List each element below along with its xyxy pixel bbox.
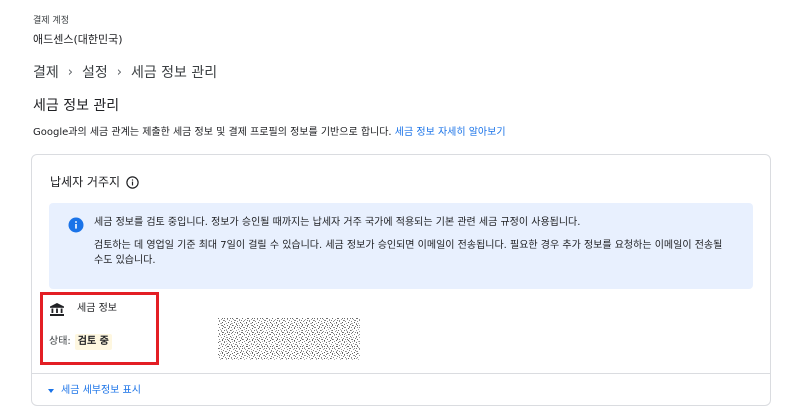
residence-title: 납세자 거주지	[50, 175, 121, 189]
tax-info-label: 세금 정보	[77, 303, 117, 314]
chevron-right-icon: ›	[67, 65, 73, 80]
review-notice: 세금 정보를 검토 중입니다. 정보가 승인될 때까지는 납세자 거주 국가에 …	[49, 203, 753, 289]
redacted-area	[218, 318, 360, 360]
billing-account: 결제 계정 애드센스(대한민국)	[33, 15, 123, 48]
info-filled-icon	[68, 217, 84, 233]
card-divider	[32, 373, 770, 374]
breadcrumb-settings[interactable]: 설정	[82, 63, 108, 83]
breadcrumb-billing[interactable]: 결제	[33, 63, 59, 83]
bank-icon	[50, 302, 64, 316]
notice-line-2: 검토하는 데 영업일 기준 최대 7일이 걸릴 수 있습니다. 세금 정보가 승…	[94, 240, 723, 266]
learn-more-link[interactable]: 세금 정보 자세히 알아보기	[395, 127, 506, 138]
show-tax-details-label: 세금 세부정보 표시	[61, 385, 141, 396]
caret-down-icon	[48, 389, 54, 393]
billing-account-label: 결제 계정	[33, 16, 69, 26]
tax-status: 상태: 검토 중	[49, 334, 112, 350]
status-badge: 검토 중	[74, 334, 112, 350]
show-tax-details-toggle[interactable]: 세금 세부정보 표시	[48, 384, 141, 398]
breadcrumb-current: 세금 정보 관리	[130, 65, 218, 81]
billing-account-name: 애드센스(대한민국)	[33, 33, 123, 46]
status-label: 상태:	[49, 336, 71, 347]
tax-residence-card: 납세자 거주지 세금 정보를 검토 중입니다. 정보가 승인될 때까지는 납세자…	[31, 154, 771, 406]
notice-line-1: 세금 정보를 검토 중입니다. 정보가 승인될 때까지는 납세자 거주 국가에 …	[94, 217, 581, 228]
residence-heading: 납세자 거주지	[50, 173, 139, 191]
page-title: 세금 정보 관리	[33, 98, 120, 114]
chevron-right-icon: ›	[116, 65, 122, 80]
info-outline-icon[interactable]	[126, 175, 139, 189]
notice-text: 세금 정보를 검토 중입니다. 정보가 승인될 때까지는 납세자 거주 국가에 …	[94, 215, 734, 268]
page-description: Google과의 세금 관계는 제출한 세금 정보 및 결제 프로필의 정보를 …	[33, 126, 506, 140]
breadcrumb: 결제 › 설정 › 세금 정보 관리	[33, 63, 217, 83]
tax-info-row: 세금 정보	[50, 302, 117, 316]
description-text: Google과의 세금 관계는 제출한 세금 정보 및 결제 프로필의 정보를 …	[33, 127, 392, 138]
